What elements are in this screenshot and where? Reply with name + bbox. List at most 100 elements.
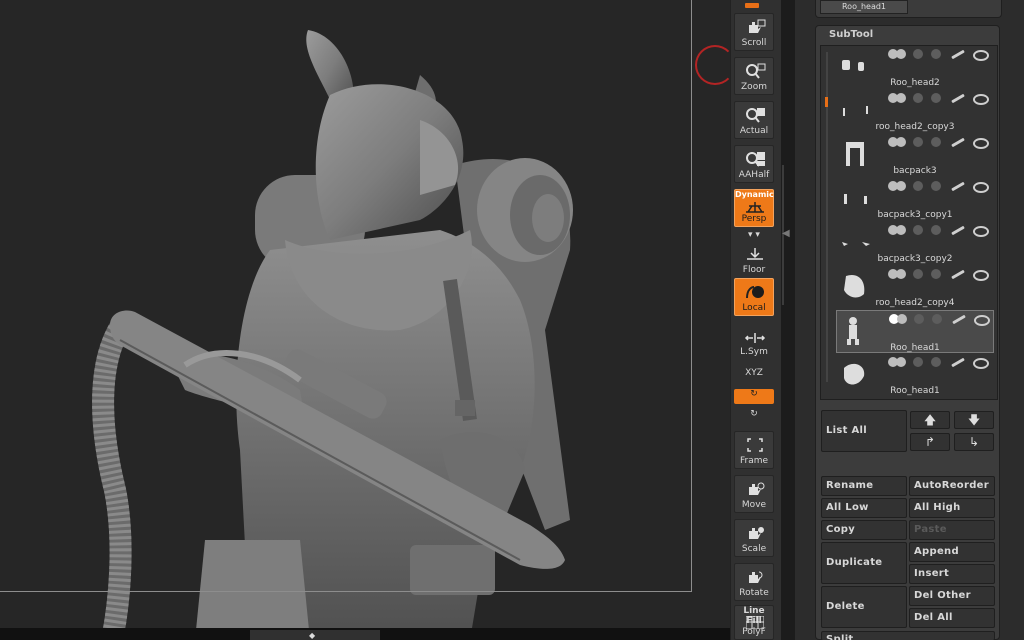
color-toggle-icon[interactable] <box>896 225 906 235</box>
persp-button[interactable]: Dynamic Persp <box>734 189 774 227</box>
lsym-label: L.Sym <box>740 347 768 357</box>
brush-toggle-icon[interactable] <box>951 269 965 280</box>
brush-toggle-icon[interactable] <box>951 225 965 236</box>
move-up-button[interactable]: 🡅 <box>910 411 950 429</box>
insert-button[interactable]: Insert <box>909 564 995 584</box>
autoreorder-button[interactable]: AutoReorder <box>909 476 995 496</box>
brush-toggle-icon[interactable] <box>951 357 965 368</box>
actual-label: Actual <box>739 126 769 136</box>
scale-button[interactable]: Scale <box>734 519 774 557</box>
color-toggle-icon[interactable] <box>896 269 906 279</box>
visibility-eye-icon[interactable] <box>973 358 989 369</box>
mrgb-toggle-icon[interactable] <box>913 93 923 103</box>
dynamesh-toggle-icon[interactable] <box>931 181 941 191</box>
color-toggle-icon[interactable] <box>897 314 907 324</box>
visibility-eye-icon[interactable] <box>973 50 989 61</box>
scroll-button[interactable]: Scroll <box>734 13 774 51</box>
subtool-item[interactable]: Roo_head1 <box>836 310 994 353</box>
canvas-viewport[interactable]: ◆ <box>0 0 730 640</box>
mrgb-toggle-icon[interactable] <box>913 357 923 367</box>
subtool-controls <box>888 49 992 61</box>
scale-icon <box>749 527 764 539</box>
rotate-z-toggle[interactable]: ↻ <box>734 409 774 424</box>
rotate-y-toggle[interactable]: ↻ <box>734 389 774 404</box>
move-button[interactable]: Move <box>734 475 774 513</box>
visibility-eye-icon[interactable] <box>973 226 989 237</box>
visibility-eye-icon[interactable] <box>973 138 989 149</box>
subtool-item[interactable]: Roo_head1 <box>836 354 994 397</box>
del-all-button[interactable]: Del All <box>909 608 995 628</box>
dynamesh-toggle-icon[interactable] <box>931 269 941 279</box>
color-toggle-icon[interactable] <box>896 137 906 147</box>
move-label: Move <box>741 500 767 510</box>
delete-button[interactable]: Delete <box>821 586 907 628</box>
mrgb-toggle-icon[interactable] <box>913 269 923 279</box>
append-button[interactable]: Append <box>909 542 995 562</box>
all-high-button[interactable]: All High <box>909 498 995 518</box>
linefill-polyf-button[interactable]: Line Fill PolyF <box>734 605 774 640</box>
mrgb-toggle-icon[interactable] <box>913 225 923 235</box>
all-low-button[interactable]: All Low <box>821 498 907 518</box>
subtool-item[interactable]: Roo_head2 <box>836 46 994 89</box>
subtool-item[interactable]: roo_head2_copy4 <box>836 266 994 309</box>
duplicate-button[interactable]: Duplicate <box>821 542 907 584</box>
local-button[interactable]: Local <box>734 278 774 316</box>
brush-toggle-icon[interactable] <box>951 49 965 60</box>
actual-button[interactable]: Actual <box>734 101 774 139</box>
del-other-button[interactable]: Del Other <box>909 586 995 606</box>
brush-toggle-icon[interactable] <box>952 314 966 325</box>
subtool-item[interactable]: roo_head2_copy3 <box>836 90 994 133</box>
move-down-button[interactable]: 🡇 <box>954 411 994 429</box>
move-right-up-button[interactable]: ↱ <box>910 433 950 451</box>
scale-label: Scale <box>741 544 767 554</box>
mrgb-toggle-icon[interactable] <box>913 181 923 191</box>
subtool-item[interactable]: bacpack3_copy1 <box>836 178 994 221</box>
dynamesh-toggle-icon[interactable] <box>931 49 941 59</box>
brush-toggle-icon[interactable] <box>951 181 965 192</box>
split-button[interactable]: Split <box>821 631 995 640</box>
dynamesh-toggle-icon[interactable] <box>931 225 941 235</box>
current-tool-thumbnail[interactable]: Roo_head1 <box>820 0 908 14</box>
subtool-controls <box>889 314 993 326</box>
dynamesh-toggle-icon[interactable] <box>931 93 941 103</box>
subtool-controls <box>888 93 992 105</box>
mrgb-toggle-icon[interactable] <box>913 49 923 59</box>
subtool-title[interactable]: SubTool <box>829 29 873 40</box>
frame-button[interactable]: Frame <box>734 431 774 469</box>
subtool-name: Roo_head2 <box>890 78 940 88</box>
brush-toggle-icon[interactable] <box>951 137 965 148</box>
subtool-name: bacpack3_copy1 <box>877 210 953 220</box>
mrgb-toggle-icon[interactable] <box>913 137 923 147</box>
rotate-button[interactable]: Rotate <box>734 563 774 601</box>
dynamesh-toggle-icon[interactable] <box>932 314 942 324</box>
color-toggle-icon[interactable] <box>896 181 906 191</box>
aahalf-button[interactable]: AAHalf <box>734 145 774 183</box>
collapse-arrow-icon[interactable]: ◀ <box>782 228 790 239</box>
aahalf-icon <box>746 152 765 167</box>
floor-button[interactable]: Floor <box>734 240 774 278</box>
dynamesh-toggle-icon[interactable] <box>931 357 941 367</box>
visibility-eye-icon[interactable] <box>973 94 989 105</box>
color-toggle-icon[interactable] <box>896 93 906 103</box>
lsym-button[interactable]: L.Sym <box>734 322 774 360</box>
subtool-scroll-thumb[interactable] <box>825 97 828 107</box>
local-symmetry-icon <box>746 286 764 299</box>
dynamesh-toggle-icon[interactable] <box>931 137 941 147</box>
visibility-eye-icon[interactable] <box>974 315 990 326</box>
zoom-button[interactable]: Zoom <box>734 57 774 95</box>
subtool-item[interactable]: bacpack3_copy2 <box>836 222 994 265</box>
copy-button[interactable]: Copy <box>821 520 907 540</box>
xyz-toggle[interactable]: XYZ <box>734 368 774 383</box>
color-toggle-icon[interactable] <box>896 357 906 367</box>
paste-button[interactable]: Paste <box>909 520 995 540</box>
list-all-button[interactable]: List All <box>821 410 907 452</box>
color-toggle-icon[interactable] <box>896 49 906 59</box>
subtool-controls <box>888 269 992 281</box>
brush-toggle-icon[interactable] <box>951 93 965 104</box>
move-right-down-button[interactable]: ↳ <box>954 433 994 451</box>
visibility-eye-icon[interactable] <box>973 182 989 193</box>
visibility-eye-icon[interactable] <box>973 270 989 281</box>
rename-button[interactable]: Rename <box>821 476 907 496</box>
mrgb-toggle-icon[interactable] <box>914 314 924 324</box>
subtool-item[interactable]: bacpack3 <box>836 134 994 177</box>
